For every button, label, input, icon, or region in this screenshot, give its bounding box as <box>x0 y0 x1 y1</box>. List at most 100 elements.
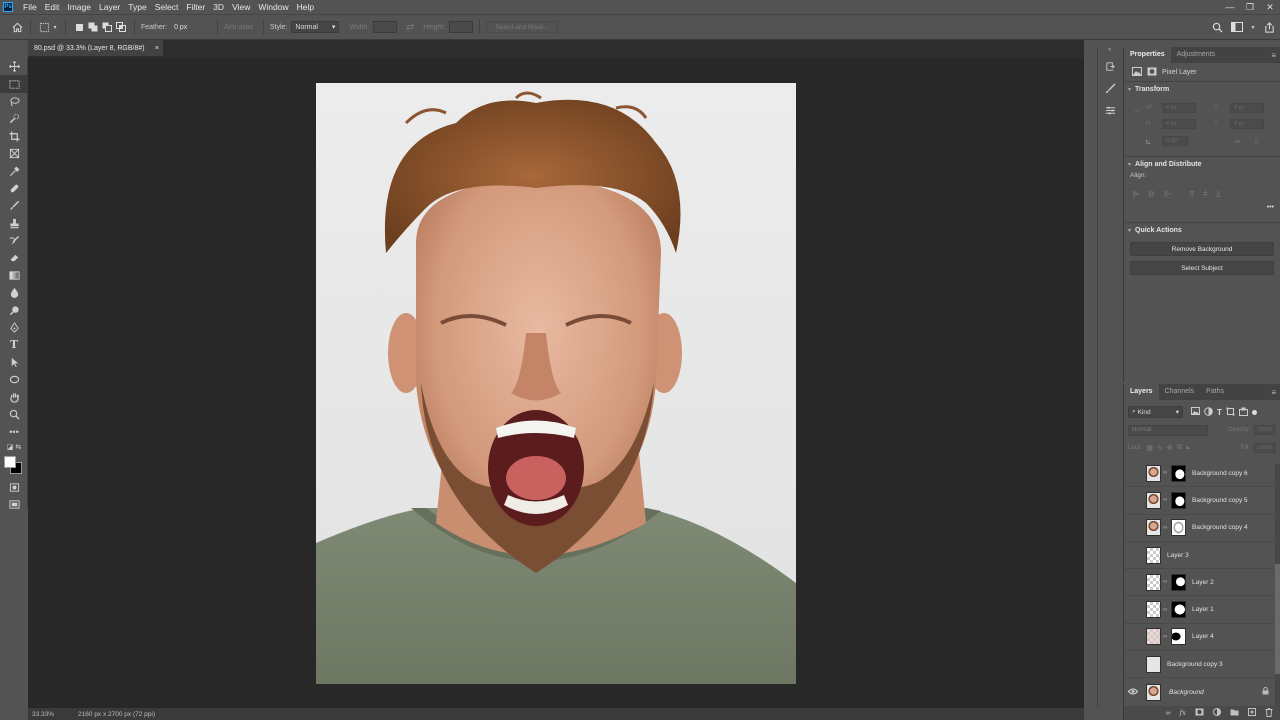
document-size[interactable]: 2160 px x 2700 px (72 ppi) <box>78 711 155 718</box>
tab-paths[interactable]: Paths <box>1200 384 1230 400</box>
add-selection-icon[interactable] <box>86 20 100 34</box>
layer-mask-thumbnail[interactable] <box>1171 464 1186 482</box>
crop-tool-icon[interactable] <box>0 128 28 145</box>
lock-all-icon[interactable]: 🔒︎ <box>1186 444 1190 452</box>
flip-vertical-icon[interactable]: ⇳ <box>1253 137 1260 146</box>
menu-layer[interactable]: Layer <box>95 0 124 14</box>
angle-input[interactable]: 0.00° <box>1162 136 1188 146</box>
move-tool-icon[interactable] <box>0 58 28 75</box>
dodge-tool-icon[interactable] <box>0 301 28 318</box>
filter-toggle-icon[interactable] <box>1251 409 1257 415</box>
history-brush-tool-icon[interactable] <box>0 232 28 249</box>
foreground-color-swatch[interactable] <box>4 455 16 468</box>
layer-mask-thumbnail[interactable] <box>1171 573 1186 591</box>
quick-selection-tool-icon[interactable] <box>0 110 28 127</box>
kind-filter-select[interactable]: ⌕ Kind ▾ <box>1128 406 1183 418</box>
blend-mode-select[interactable]: Normal <box>1128 424 1208 436</box>
close-button[interactable]: ✕ <box>1260 0 1280 14</box>
align-top-edges-icon[interactable]: ⫪ <box>1190 189 1195 200</box>
screen-mode-icon[interactable] <box>0 496 28 513</box>
filter-smart-object-icon[interactable] <box>1238 407 1248 418</box>
lock-artboard-icon[interactable]: ⧉ <box>1177 444 1182 452</box>
brush-settings-icon[interactable] <box>1098 77 1122 99</box>
remove-background-button[interactable]: Remove Background <box>1130 242 1274 256</box>
layer-row[interactable]: Layer 3 <box>1124 542 1275 570</box>
lock-position-icon[interactable]: ✥ <box>1167 444 1173 452</box>
search-icon[interactable] <box>1210 20 1224 34</box>
filter-pixel-icon[interactable] <box>1191 407 1200 417</box>
intersect-selection-icon[interactable] <box>114 20 128 34</box>
link-icon[interactable]: ∞ <box>1163 525 1168 531</box>
path-selection-tool-icon[interactable] <box>0 354 28 371</box>
align-left-edges-icon[interactable]: ⊫ <box>1132 189 1140 200</box>
width-input[interactable] <box>373 21 398 33</box>
fx-icon[interactable]: fx <box>1179 709 1186 717</box>
menu-type[interactable]: Type <box>124 0 150 14</box>
menu-image[interactable]: Image <box>63 0 95 14</box>
history-panel-icon[interactable] <box>1098 55 1122 77</box>
ellipse-tool-icon[interactable] <box>0 371 28 388</box>
hand-tool-icon[interactable] <box>0 388 28 405</box>
chevron-down-icon[interactable]: ▾ <box>1250 20 1256 34</box>
layer-row[interactable]: ∞ Background copy 4 <box>1124 515 1275 542</box>
layer-mask-thumbnail[interactable] <box>1171 628 1186 646</box>
clone-stamp-tool-icon[interactable] <box>0 215 28 232</box>
swap-colors-icon[interactable]: ◪ ⇆ <box>0 441 28 453</box>
menu-help[interactable]: Help <box>293 0 318 14</box>
menu-filter[interactable]: Filter <box>182 0 209 14</box>
brush-tool-icon[interactable] <box>0 197 28 214</box>
fill-input[interactable]: 100% <box>1254 443 1276 453</box>
align-vertical-centers-icon[interactable]: ⫩ <box>1203 189 1208 200</box>
filter-type-icon[interactable]: T <box>1217 408 1222 417</box>
lasso-tool-icon[interactable] <box>0 93 28 110</box>
align-right-edges-icon[interactable]: ⊩ <box>1164 189 1172 200</box>
menu-view[interactable]: View <box>228 0 254 14</box>
share-icon[interactable] <box>1262 20 1276 34</box>
tab-layers[interactable]: Layers <box>1124 384 1159 400</box>
eye-icon[interactable] <box>1124 688 1142 697</box>
chevron-down-icon[interactable]: ▾ <box>51 20 59 34</box>
layer-row[interactable]: ∞ Layer 2 <box>1124 569 1275 597</box>
align-bottom-edges-icon[interactable]: ⫫ <box>1216 189 1221 200</box>
document-tab[interactable]: 80.psd @ 33.3% (Layer 8, RGB/8#) × <box>28 40 163 56</box>
tab-adjustments[interactable]: Adjustments <box>1171 47 1222 63</box>
rectangular-marquee-tool-icon[interactable] <box>0 75 28 93</box>
transform-section-header[interactable]: ▾ Transform <box>1124 81 1280 97</box>
layer-row[interactable]: Background <box>1124 678 1275 705</box>
gradient-tool-icon[interactable] <box>0 267 28 284</box>
frame-tool-icon[interactable] <box>0 145 28 162</box>
layer-row[interactable]: Background copy 3 <box>1124 651 1275 679</box>
layer-row[interactable]: ∞ Background copy 5 <box>1124 487 1275 515</box>
minimize-button[interactable]: — <box>1220 0 1240 14</box>
layer-mask-thumbnail[interactable] <box>1171 601 1186 619</box>
layer-mask-thumbnail[interactable] <box>1171 519 1186 537</box>
link-icon[interactable]: ∞ <box>1163 634 1168 640</box>
restore-button[interactable]: ❐ <box>1240 0 1260 14</box>
healing-brush-tool-icon[interactable] <box>0 180 28 197</box>
photoshop-logo-icon[interactable]: Ps <box>3 2 13 12</box>
menu-3d[interactable]: 3D <box>209 0 228 14</box>
mask-toggle-icon[interactable] <box>1147 67 1157 78</box>
subtract-selection-icon[interactable] <box>100 20 114 34</box>
adjustment-icon[interactable] <box>1213 708 1221 718</box>
filter-adjustment-icon[interactable] <box>1204 406 1213 418</box>
adjustments-panel-icon[interactable] <box>1098 99 1122 121</box>
link-icon[interactable]: ∞ <box>1134 100 1146 150</box>
link-icon[interactable]: ∞ <box>1163 607 1168 613</box>
zoom-tool-icon[interactable] <box>0 406 28 423</box>
home-icon[interactable] <box>10 20 24 34</box>
x-input[interactable]: 0 px <box>1230 103 1264 113</box>
zoom-level[interactable]: 33.33% <box>32 711 54 718</box>
layer-row[interactable]: ∞ Layer 1 <box>1124 596 1275 624</box>
h-input[interactable]: 4 px <box>1162 119 1196 129</box>
layer-row[interactable]: ∞ Layer 4 <box>1124 624 1275 652</box>
y-input[interactable]: 0 px <box>1230 119 1264 129</box>
new-layer-icon[interactable] <box>1248 708 1256 718</box>
layer-mask-thumbnail[interactable] <box>1171 491 1186 509</box>
lock-icon[interactable] <box>1262 686 1269 697</box>
layers-scrollbar[interactable] <box>1275 464 1280 714</box>
tab-channels[interactable]: Channels <box>1159 384 1201 400</box>
align-section-header[interactable]: ▾ Align and Distribute <box>1124 156 1280 172</box>
menu-select[interactable]: Select <box>151 0 183 14</box>
workspace-icon[interactable] <box>1230 20 1244 34</box>
